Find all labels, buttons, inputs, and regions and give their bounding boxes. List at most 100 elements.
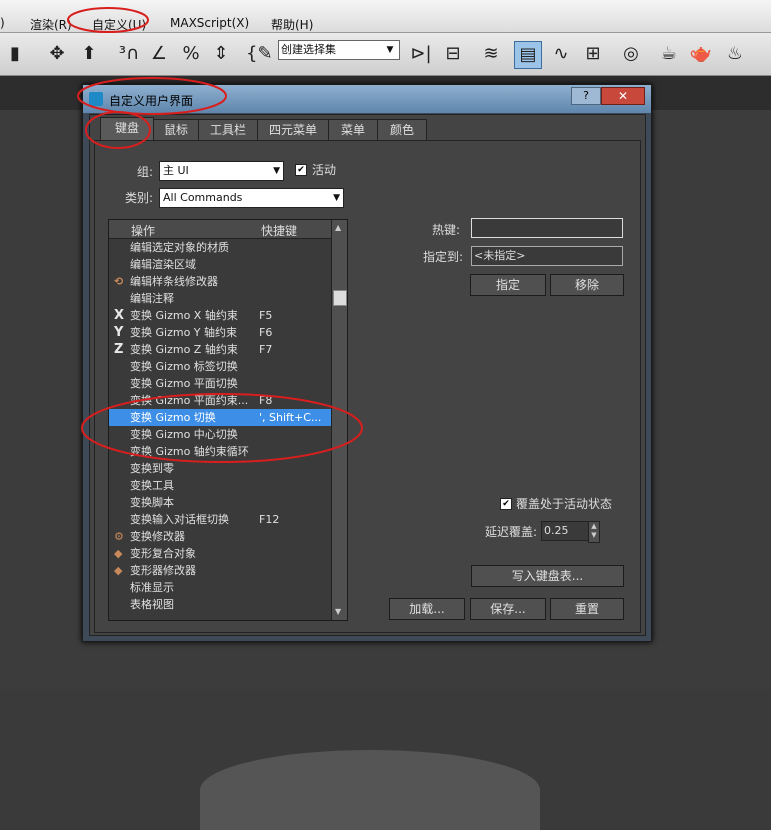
action-shortcut: F6 <box>259 326 273 339</box>
tab-keyboard[interactable]: 键盘 <box>100 117 154 142</box>
category-dropdown[interactable]: All Commands ▼ <box>159 188 344 208</box>
assigned-to-field: <未指定> <box>471 246 623 266</box>
action-row[interactable]: 变换 Gizmo 中心切换 <box>109 426 331 443</box>
action-row[interactable]: 变换 Gizmo 平面切换 <box>109 375 331 392</box>
action-row[interactable]: 编辑渲染区域 <box>109 256 331 273</box>
move-icon[interactable]: ✥ <box>44 41 70 67</box>
help-button[interactable]: ? <box>571 87 601 105</box>
scene-explorer-icon[interactable]: ▤ <box>514 41 542 69</box>
reset-button[interactable]: 重置 <box>550 598 624 620</box>
action-name: 编辑选定对象的材质 <box>130 241 229 254</box>
action-row[interactable]: 变换 Gizmo 平面约束... F8 <box>109 392 331 409</box>
action-name: 变换 Gizmo 平面约束... <box>130 394 249 407</box>
menu-item-rendering[interactable]: 渲染(R) <box>30 16 72 33</box>
action-shortcut: F8 <box>259 394 273 407</box>
write-keyboard-chart-button[interactable]: 写入键盘表... <box>471 565 624 587</box>
action-shortcut: F12 <box>259 513 280 526</box>
menu-item-help[interactable]: 帮助(H) <box>271 16 313 33</box>
edit-named-selection-icon[interactable]: {✎ <box>246 41 273 67</box>
percent-snap-icon[interactable]: % <box>178 41 204 67</box>
material-editor-icon[interactable]: ◎ <box>618 41 644 67</box>
action-row[interactable]: 变换工具 <box>109 477 331 494</box>
select-object-icon[interactable]: ⬆ <box>76 41 102 67</box>
override-active-checkbox[interactable]: ✔ <box>500 498 512 510</box>
action-list[interactable]: 操作 快捷键 编辑选定对象的材质编辑渲染区域 ⟲ 编辑样条线修改器 编辑注释 X 变换 G… <box>108 219 348 621</box>
hotkey-label: 热键: <box>432 223 461 237</box>
action-row[interactable]: 标准显示 <box>109 579 331 596</box>
action-row[interactable]: ◆ 变形器修改器 <box>109 562 331 579</box>
tab-colors[interactable]: 颜色 <box>377 119 427 141</box>
action-row[interactable]: ⚙ 变换修改器 <box>109 528 331 545</box>
action-row[interactable]: 编辑选定对象的材质 <box>109 239 331 256</box>
scroll-down-icon[interactable]: ▼ <box>335 607 341 616</box>
action-row[interactable]: 表格视图 <box>109 596 331 613</box>
action-row[interactable]: 变换 Gizmo 轴约束循环 <box>109 443 331 460</box>
layer-manager-icon[interactable]: ≋ <box>478 41 504 67</box>
menu-item-customize[interactable]: 自定义(U) <box>92 16 146 33</box>
column-header-shortcut[interactable]: 快捷键 <box>261 222 297 239</box>
action-row[interactable]: Z 变换 Gizmo Z 轴约束 F7 <box>109 341 331 358</box>
close-button[interactable]: ✕ <box>601 87 645 105</box>
tab-toolbars[interactable]: 工具栏 <box>198 119 258 141</box>
chevron-down-icon: ▼ <box>273 166 280 176</box>
save-button[interactable]: 保存... <box>470 598 546 620</box>
tab-quad-menus[interactable]: 四元菜单 <box>257 119 329 141</box>
chevron-down-icon: ▼ <box>386 45 394 55</box>
action-row[interactable]: ⟲ 编辑样条线修改器 <box>109 273 331 290</box>
action-row[interactable]: 编辑注释 <box>109 290 331 307</box>
row-icon-slot <box>114 494 128 511</box>
action-name: 变换工具 <box>130 479 174 492</box>
action-shortcut: F5 <box>259 309 273 322</box>
row-icon-slot <box>114 239 128 256</box>
list-header: 操作 快捷键 <box>109 220 331 239</box>
active-checkbox[interactable]: ✔ <box>295 164 307 176</box>
modifier-icon: ⚙ <box>114 530 124 543</box>
assign-button[interactable]: 指定 <box>470 274 546 296</box>
group-dropdown[interactable]: 主 UI ▼ <box>159 161 284 181</box>
action-row[interactable]: ◆ 变形复合对象 <box>109 545 331 562</box>
render-setup-icon[interactable]: ☕ <box>656 41 682 67</box>
menu-item-edit[interactable]: ) <box>0 16 5 30</box>
load-button[interactable]: 加载... <box>389 598 465 620</box>
main-toolbar: ▮ ✥ ⬆ ³∩ ∠ % ⇕ {✎ 创建选择集 ▼ ⊳| ⊟ ≋ ▤ ∿ ⊞ ◎… <box>0 33 771 76</box>
tab-mouse[interactable]: 鼠标 <box>153 119 199 141</box>
dialog-titlebar[interactable]: 自定义用户界面 ? ✕ <box>83 85 651 113</box>
scene-object <box>200 750 540 830</box>
action-row[interactable]: 变换脚本 <box>109 494 331 511</box>
align-icon[interactable]: ⊟ <box>440 41 466 67</box>
scroll-up-icon[interactable]: ▲ <box>335 223 341 232</box>
action-row[interactable]: Y 变换 Gizmo Y 轴约束 F6 <box>109 324 331 341</box>
rendered-frame-icon[interactable]: 🫖 <box>688 41 714 67</box>
customize-ui-dialog: 自定义用户界面 ? ✕ 键盘 鼠标 工具栏 四元菜单 菜单 颜色 组: 主 UI… <box>82 84 652 642</box>
action-name: 变换修改器 <box>130 530 185 543</box>
action-rows: 编辑选定对象的材质编辑渲染区域 ⟲ 编辑样条线修改器 编辑注释 X 变换 Gizmo X … <box>109 239 331 619</box>
spinner-snap-icon[interactable]: ⇕ <box>208 41 234 67</box>
render-production-icon[interactable]: ♨ <box>722 41 748 67</box>
mirror-icon[interactable]: ⊳| <box>408 41 434 67</box>
hotkey-input[interactable] <box>471 218 623 238</box>
snap-3d-icon[interactable]: ³∩ <box>116 41 142 67</box>
named-selection-set-dropdown[interactable]: 创建选择集 ▼ <box>278 40 400 60</box>
action-name: 变形复合对象 <box>130 547 196 560</box>
menu-item-maxscript[interactable]: MAXScript(X) <box>170 16 249 30</box>
action-row[interactable]: 变换输入对话框切换 F12 <box>109 511 331 528</box>
action-row[interactable]: 变换 Gizmo 标签切换 <box>109 358 331 375</box>
action-row[interactable]: X 变换 Gizmo X 轴约束 F5 <box>109 307 331 324</box>
remove-button[interactable]: 移除 <box>550 274 624 296</box>
scrollbar-thumb[interactable] <box>333 290 347 306</box>
chevron-down-icon: ▼ <box>333 193 340 203</box>
delay-spinner[interactable]: ▲ ▼ <box>588 521 600 543</box>
link-icon[interactable]: ▮ <box>2 41 28 67</box>
tab-menus[interactable]: 菜单 <box>328 119 378 141</box>
delay-override-input[interactable]: 0.25 <box>541 521 591 541</box>
category-value: All Commands <box>163 191 243 204</box>
override-active-label: 覆盖处于活动状态 <box>516 497 613 511</box>
action-row[interactable]: 变换 Gizmo 切换 ', Shift+C... <box>109 409 331 426</box>
active-label: 活动 <box>312 163 337 177</box>
curve-editor-icon[interactable]: ∿ <box>548 41 574 67</box>
column-header-action[interactable]: 操作 <box>131 222 155 239</box>
action-row[interactable]: 变换到零 <box>109 460 331 477</box>
schematic-view-icon[interactable]: ⊞ <box>580 41 606 67</box>
angle-snap-icon[interactable]: ∠ <box>146 41 172 67</box>
list-scrollbar[interactable]: ▲ ▼ <box>331 220 347 620</box>
